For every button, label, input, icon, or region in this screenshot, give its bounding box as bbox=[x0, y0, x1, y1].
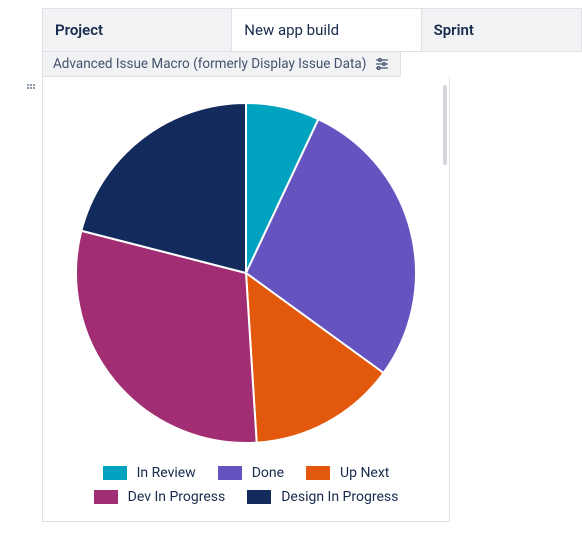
pie-chart-card: In Review Done Up Next Dev In Progress Desig… bbox=[42, 77, 450, 522]
scrollbar[interactable] bbox=[443, 85, 447, 165]
table-header-row: Project New app build Sprint bbox=[42, 8, 582, 52]
col-sprint-label: Sprint bbox=[422, 9, 581, 51]
legend-item[interactable]: Design In Progress bbox=[247, 489, 398, 505]
legend-label: Up Next bbox=[340, 465, 389, 481]
legend-label: Design In Progress bbox=[281, 489, 398, 505]
legend-label: Dev In Progress bbox=[128, 489, 226, 505]
legend-swatch bbox=[306, 466, 330, 480]
col-project-label: Project bbox=[43, 9, 232, 51]
legend-swatch bbox=[247, 490, 271, 504]
legend-swatch bbox=[103, 466, 127, 480]
legend-item[interactable]: In Review bbox=[103, 465, 196, 481]
legend-label: In Review bbox=[137, 465, 196, 481]
legend-item[interactable]: Up Next bbox=[306, 465, 389, 481]
pie-chart bbox=[43, 87, 449, 453]
legend-label: Done bbox=[252, 465, 284, 481]
legend-swatch bbox=[94, 490, 118, 504]
chart-legend: In Review Done Up Next Dev In Progress Desig… bbox=[43, 453, 449, 515]
legend-swatch bbox=[218, 466, 242, 480]
col-project-value[interactable]: New app build bbox=[232, 9, 421, 51]
settings-icon[interactable] bbox=[374, 56, 390, 72]
macro-label: Advanced Issue Macro (formerly Display I… bbox=[53, 56, 366, 72]
legend-item[interactable]: Dev In Progress bbox=[94, 489, 226, 505]
drag-handle-icon[interactable] bbox=[26, 82, 36, 96]
legend-item[interactable]: Done bbox=[218, 465, 284, 481]
macro-toolbar[interactable]: Advanced Issue Macro (formerly Display I… bbox=[42, 52, 401, 77]
